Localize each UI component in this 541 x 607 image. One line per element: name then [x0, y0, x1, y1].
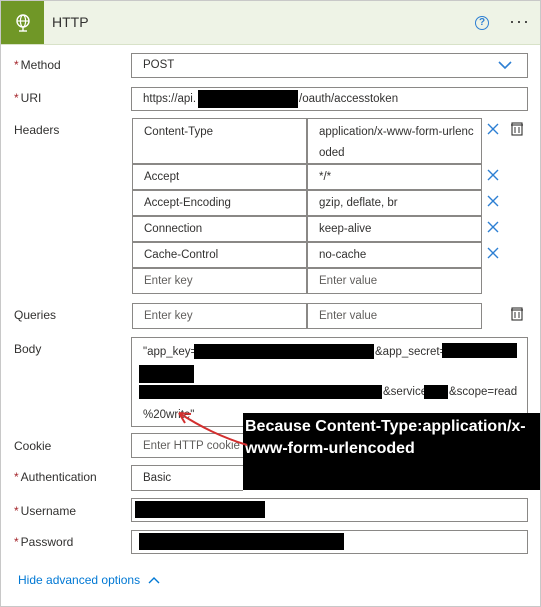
- switch-to-text-mode-icon[interactable]: [510, 307, 524, 321]
- password-input[interactable]: [131, 530, 528, 554]
- username-label: * Username: [14, 504, 77, 518]
- query-key-input[interactable]: Enter key: [132, 303, 307, 329]
- hide-advanced-options-link[interactable]: Hide advanced options: [18, 573, 160, 587]
- header-key-input[interactable]: Connection: [132, 216, 307, 242]
- card-header[interactable]: HTTP ? ···: [1, 1, 540, 45]
- uri-input[interactable]: https://api. /oauth/accesstoken: [131, 87, 528, 111]
- header-key-input[interactable]: Content-Type: [132, 118, 307, 164]
- remove-header-icon[interactable]: [486, 122, 500, 136]
- redaction-block: [442, 343, 517, 358]
- header-key-input[interactable]: Accept: [132, 164, 307, 190]
- header-value-input[interactable]: keep-alive: [307, 216, 482, 242]
- new-header-value-input[interactable]: Enter value: [307, 268, 482, 294]
- redaction-block: [424, 385, 448, 399]
- authentication-select[interactable]: Basic: [131, 465, 243, 491]
- header-value-input[interactable]: */*: [307, 164, 482, 190]
- redaction-block: [139, 385, 382, 399]
- header-key-input[interactable]: Accept-Encoding: [132, 190, 307, 216]
- redaction-block: [139, 533, 344, 550]
- uri-prefix: https://api.: [143, 93, 197, 105]
- globe-icon: [1, 1, 44, 44]
- annotation-box: Because Content-Type:application/x-www-f…: [243, 413, 540, 490]
- chevron-down-icon: [498, 61, 512, 70]
- remove-header-icon[interactable]: [486, 246, 500, 260]
- authentication-label: * Authentication: [14, 470, 97, 484]
- username-input[interactable]: [131, 498, 528, 522]
- redaction-block: [194, 344, 374, 359]
- remove-header-icon[interactable]: [486, 168, 500, 182]
- header-value-input[interactable]: gzip, deflate, br: [307, 190, 482, 216]
- more-options-icon[interactable]: ···: [509, 11, 530, 32]
- remove-header-icon[interactable]: [486, 194, 500, 208]
- remove-header-icon[interactable]: [486, 220, 500, 234]
- queries-label: Queries: [14, 308, 57, 322]
- switch-to-text-mode-icon[interactable]: [510, 122, 524, 136]
- cookie-label: Cookie: [14, 439, 52, 453]
- header-key-input[interactable]: Cache-Control: [132, 242, 307, 268]
- header-value-input[interactable]: application/x-www-form-urlenc oded: [307, 118, 482, 164]
- headers-label: Headers: [14, 123, 60, 137]
- method-value: POST: [143, 59, 175, 71]
- body-label: Body: [14, 342, 42, 356]
- uri-suffix: /oauth/accesstoken: [299, 93, 399, 105]
- redaction-block: [198, 90, 298, 108]
- password-label: * Password: [14, 535, 74, 549]
- redaction-block: [135, 501, 265, 518]
- annotation-arrow: [178, 412, 248, 446]
- method-select[interactable]: POST: [131, 53, 528, 78]
- uri-label: * URI: [14, 91, 42, 105]
- help-icon[interactable]: ?: [475, 16, 489, 30]
- header-value-input[interactable]: no-cache: [307, 242, 482, 268]
- http-action-card: HTTP ? ··· * Method POST * URI https://api…: [0, 0, 541, 607]
- new-header-key-input[interactable]: Enter key: [132, 268, 307, 294]
- card-title: HTTP: [52, 14, 89, 30]
- query-value-input[interactable]: Enter value: [307, 303, 482, 329]
- redaction-block: [139, 365, 194, 383]
- chevron-up-icon: [148, 577, 160, 584]
- method-label: * Method: [14, 58, 61, 72]
